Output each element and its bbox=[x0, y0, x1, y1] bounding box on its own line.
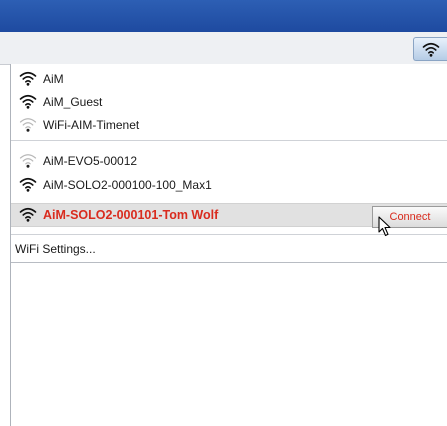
network-item[interactable]: AiM_Guest bbox=[11, 91, 447, 113]
network-item[interactable]: AiM-EVO5-00012 bbox=[11, 150, 447, 172]
network-item[interactable]: AiM-SOLO2-000100-100_Max1 bbox=[11, 174, 447, 196]
mouse-cursor-icon bbox=[378, 216, 391, 237]
wifi-settings-link[interactable]: WiFi Settings... bbox=[15, 242, 96, 256]
title-bar bbox=[0, 0, 447, 32]
menu-separator bbox=[11, 140, 447, 141]
network-name: AiM-SOLO2-000100-100_Max1 bbox=[43, 178, 212, 192]
network-name: AiM-SOLO2-000101-Tom Wolf bbox=[43, 208, 219, 222]
toolbar bbox=[0, 32, 447, 65]
wifi-icon bbox=[19, 94, 37, 109]
wifi-icon bbox=[19, 177, 37, 192]
wifi-toolbar-button[interactable] bbox=[413, 37, 447, 61]
network-item[interactable]: WiFi-AIM-Timenet bbox=[11, 114, 447, 136]
network-name: WiFi-AIM-Timenet bbox=[43, 118, 140, 132]
wifi-icon bbox=[19, 71, 37, 86]
network-name: AiM bbox=[43, 72, 64, 86]
wifi-weak-icon bbox=[19, 154, 37, 168]
network-name: AiM-EVO5-00012 bbox=[43, 154, 138, 168]
network-name: AiM_Guest bbox=[43, 95, 103, 109]
wifi-icon bbox=[19, 207, 37, 222]
network-item[interactable]: AiM bbox=[11, 68, 447, 90]
wifi-weak-icon bbox=[19, 118, 37, 132]
wifi-icon bbox=[422, 42, 439, 57]
